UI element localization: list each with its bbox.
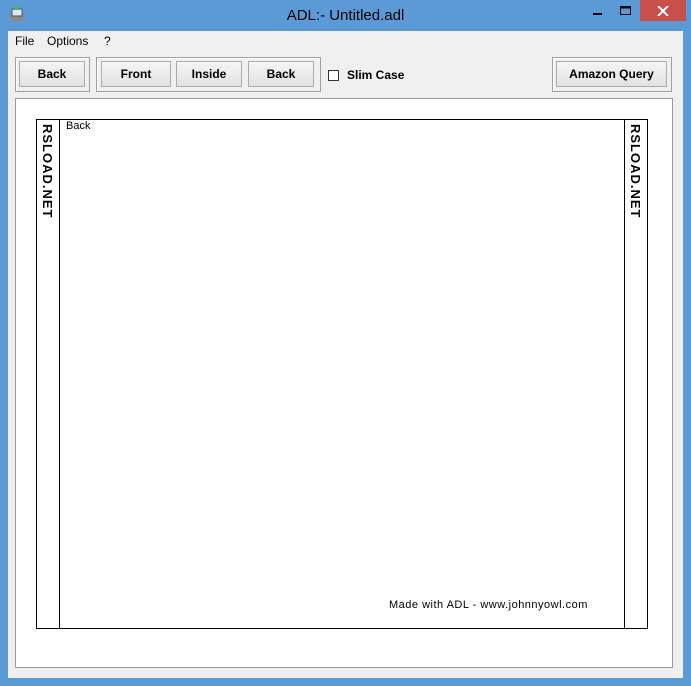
spine-left-text: RSLOAD.NET xyxy=(40,124,55,219)
credit-text: Made with ADL - www.johnnyowl.com xyxy=(389,599,588,611)
preview-canvas: RSLOAD.NET Back Made with ADL - www.john… xyxy=(15,98,673,668)
back-group: Back xyxy=(15,57,90,92)
spine-right-text: RSLOAD.NET xyxy=(628,124,643,219)
back-view-button[interactable]: Back xyxy=(19,61,85,87)
close-icon xyxy=(657,5,669,16)
minimize-button[interactable] xyxy=(583,0,612,21)
spine-right: RSLOAD.NET xyxy=(624,120,647,628)
view-group: Front Inside Back xyxy=(96,57,321,92)
minimize-icon xyxy=(592,12,602,15)
front-button[interactable]: Front xyxy=(101,61,171,87)
menu-bar: File Options ? xyxy=(8,31,683,51)
menu-file[interactable]: File xyxy=(15,34,34,48)
spine-left: RSLOAD.NET xyxy=(37,120,60,628)
amazon-group: Amazon Query xyxy=(552,57,672,92)
amazon-query-button[interactable]: Amazon Query xyxy=(556,61,667,87)
cover-side-label: Back xyxy=(66,120,91,132)
slim-case-checkbox[interactable]: Slim Case xyxy=(328,68,404,82)
menu-help[interactable]: ? xyxy=(104,34,111,48)
close-button[interactable] xyxy=(640,0,686,21)
app-window: ADL:- Untitled.adl File Options ? Back F… xyxy=(0,0,691,686)
title-bar[interactable]: ADL:- Untitled.adl xyxy=(0,0,691,31)
client-area: File Options ? Back Front Inside Back Sl… xyxy=(8,31,683,678)
menu-options[interactable]: Options xyxy=(47,34,88,48)
maximize-button[interactable] xyxy=(612,0,639,21)
inside-button[interactable]: Inside xyxy=(176,61,242,87)
cover-preview: RSLOAD.NET Back Made with ADL - www.john… xyxy=(36,119,648,629)
maximize-icon xyxy=(620,5,631,15)
checkbox-icon[interactable] xyxy=(328,69,339,81)
back-button[interactable]: Back xyxy=(248,61,314,87)
slim-case-label: Slim Case xyxy=(347,68,405,82)
